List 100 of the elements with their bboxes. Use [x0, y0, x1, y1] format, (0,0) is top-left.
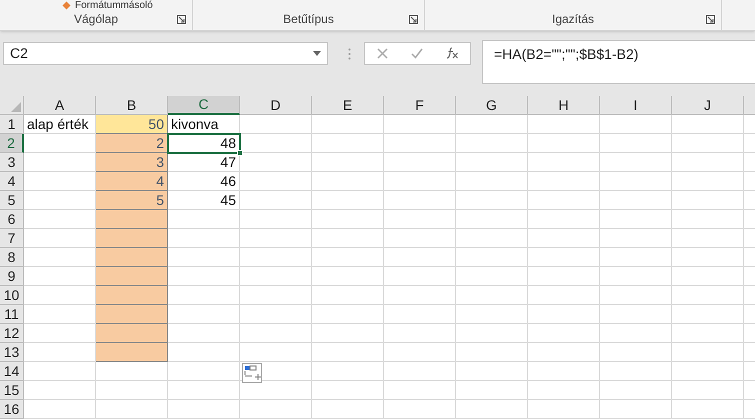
table-cell	[312, 248, 384, 267]
cell-value: 3	[156, 152, 164, 172]
dropdown-caret-icon	[313, 50, 321, 56]
table-cell	[96, 381, 168, 400]
row-header[interactable]: 8	[0, 248, 24, 267]
table-cell	[96, 362, 168, 381]
table-cell	[168, 343, 240, 362]
table-cell	[456, 134, 528, 153]
table-cell	[168, 229, 240, 248]
table-cell	[456, 115, 528, 134]
row-header[interactable]: 12	[0, 324, 24, 343]
table-cell	[384, 191, 456, 210]
column-header[interactable]: E	[312, 96, 384, 115]
column-header[interactable]: I	[600, 96, 672, 115]
table-cell	[600, 267, 672, 286]
table-cell	[384, 153, 456, 172]
table-cell	[528, 210, 600, 229]
table-cell	[312, 267, 384, 286]
table-cell	[456, 324, 528, 343]
table-cell	[312, 229, 384, 248]
table-cell	[456, 305, 528, 324]
table-cell	[456, 153, 528, 172]
table-cell	[528, 286, 600, 305]
table-cell	[240, 229, 312, 248]
cell-value: alap érték	[27, 114, 88, 134]
table-cell	[240, 400, 312, 419]
dialog-launcher-icon[interactable]	[177, 14, 186, 24]
cell-value: 48	[220, 134, 236, 152]
column-header[interactable]: H	[528, 96, 600, 115]
column-header[interactable]: A	[24, 96, 96, 115]
table-cell	[600, 172, 672, 191]
table-cell	[384, 229, 456, 248]
table-cell	[384, 343, 456, 362]
row-header[interactable]: 14	[0, 362, 24, 381]
column-header[interactable]: J	[672, 96, 744, 115]
table-cell	[528, 305, 600, 324]
table-cell	[24, 381, 96, 400]
formula-field[interactable]: =HA(B2="";"";$B$1-B2)	[482, 40, 755, 84]
table-cell	[456, 248, 528, 267]
format-painter-button[interactable]: Formátummásoló	[62, 0, 192, 11]
table-cell	[528, 172, 600, 191]
table-cell	[168, 381, 240, 400]
group-label: Vágólap	[72, 10, 120, 28]
table-cell	[168, 305, 240, 324]
name-box[interactable]: C2	[3, 42, 328, 65]
row-header[interactable]: 1	[0, 115, 24, 134]
row-header[interactable]: 6	[0, 210, 24, 229]
table-cell	[312, 324, 384, 343]
cell-value: 45	[220, 190, 236, 210]
table-cell	[168, 248, 240, 267]
quick-analysis-icon[interactable]	[242, 363, 262, 383]
table-cell	[528, 134, 600, 153]
row-header[interactable]: 4	[0, 172, 24, 191]
table-cell	[96, 400, 168, 419]
table-cell	[528, 115, 600, 134]
table-cell	[240, 267, 312, 286]
cell-value: 47	[220, 152, 236, 172]
table-cell	[312, 153, 384, 172]
row-header[interactable]: 2	[0, 134, 24, 153]
table-cell	[600, 210, 672, 229]
table-cell	[384, 362, 456, 381]
row-header[interactable]: 13	[0, 343, 24, 362]
table-cell	[528, 267, 600, 286]
table-cell	[528, 153, 600, 172]
table-cell	[312, 400, 384, 419]
column-header[interactable]: D	[240, 96, 312, 115]
row-header[interactable]: 15	[0, 381, 24, 400]
row-header[interactable]: 10	[0, 286, 24, 305]
table-cell	[384, 400, 456, 419]
fill-handle[interactable]	[237, 150, 243, 156]
row-header[interactable]: 7	[0, 229, 24, 248]
row-header[interactable]: 9	[0, 267, 24, 286]
table-cell	[528, 229, 600, 248]
row-header[interactable]: 3	[0, 153, 24, 172]
corner-triangle-icon	[11, 102, 21, 112]
table-cell	[600, 229, 672, 248]
table-cell	[312, 134, 384, 153]
table-cell	[456, 229, 528, 248]
table-cell	[456, 267, 528, 286]
table-cell	[168, 362, 240, 381]
table-cell	[24, 362, 96, 381]
row-header[interactable]: 5	[0, 191, 24, 210]
cell-value: 5	[156, 190, 164, 210]
column-header[interactable]: G	[456, 96, 528, 115]
column-header[interactable]: C	[168, 96, 240, 115]
table-cell	[384, 210, 456, 229]
table-cell	[528, 191, 600, 210]
row-header[interactable]: 11	[0, 305, 24, 324]
table-cell	[456, 172, 528, 191]
table-cell	[168, 324, 240, 343]
table-cell	[240, 305, 312, 324]
dialog-launcher-icon[interactable]	[409, 14, 418, 24]
dialog-launcher-icon[interactable]	[706, 14, 715, 24]
table-cell	[312, 362, 384, 381]
insert-function-icon[interactable]	[446, 47, 458, 60]
row-header[interactable]: 16	[0, 400, 24, 419]
cell-value: 2	[156, 134, 164, 152]
column-header[interactable]: F	[384, 96, 456, 115]
column-header[interactable]: B	[96, 96, 168, 115]
enter-checkmark-icon[interactable]	[410, 48, 422, 59]
